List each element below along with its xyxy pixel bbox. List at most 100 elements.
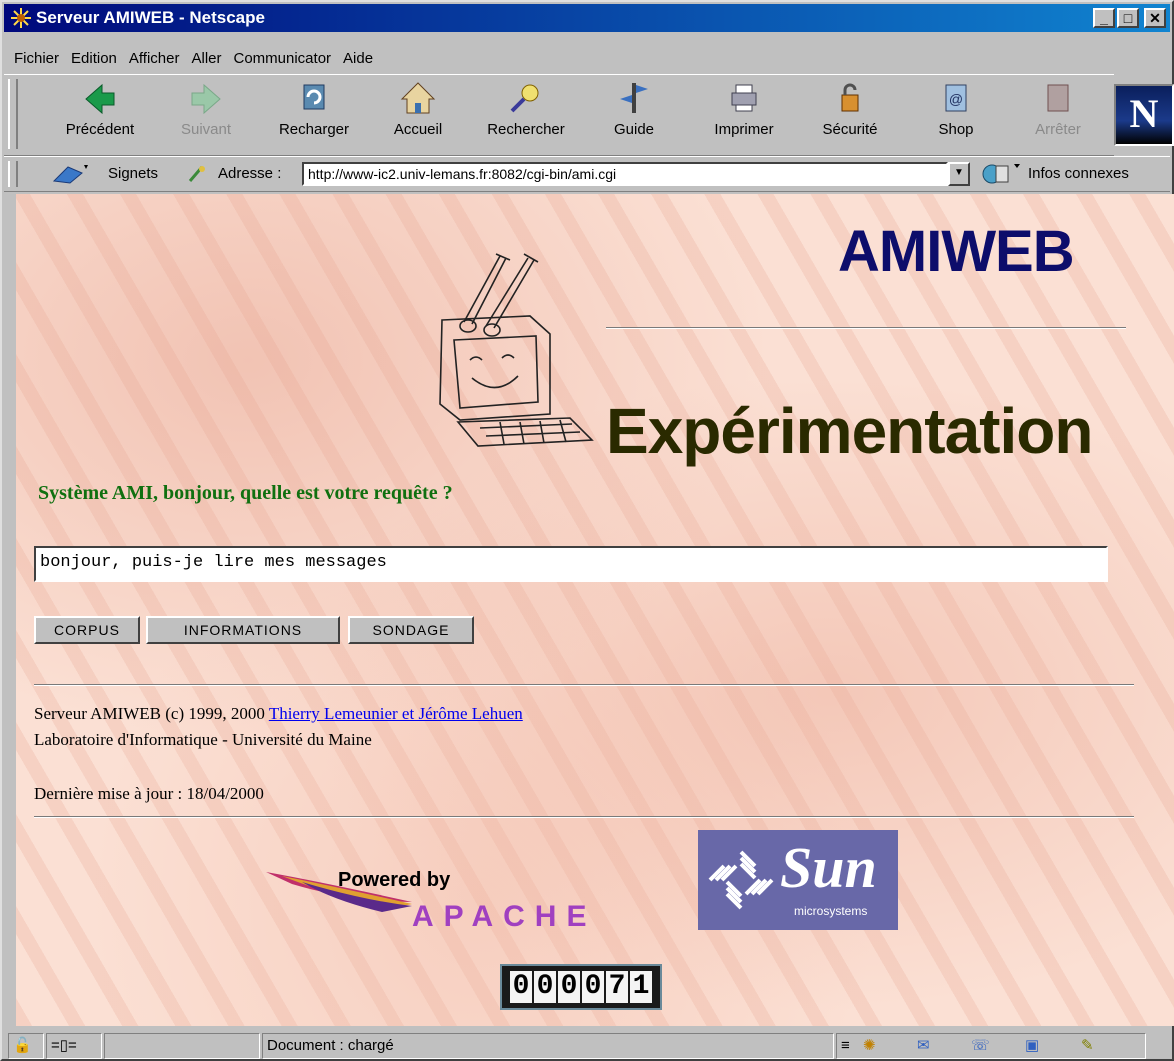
mail-icon[interactable]: ✉: [917, 1034, 930, 1058]
menu-afficher[interactable]: Afficher: [127, 50, 182, 67]
menu-edition[interactable]: Edition: [69, 50, 119, 67]
minimize-button[interactable]: _: [1093, 8, 1115, 28]
page-content: AMIWEB Expérimentation Système AMI, bonj…: [16, 194, 1174, 1026]
reload-icon: [303, 84, 325, 110]
location-icon[interactable]: [186, 163, 208, 185]
menu-bar: Fichier Edition Afficher Aller Communica…: [4, 46, 1170, 70]
back-arrow-icon: [85, 83, 115, 115]
apache-logo[interactable]: Powered by APACHE: [262, 852, 682, 938]
related-links-icon[interactable]: [980, 162, 1022, 186]
close-button[interactable]: ✕: [1144, 8, 1166, 28]
browser-window: Serveur AMIWEB - Netscape _ □ ✕ Fichier …: [0, 0, 1174, 1061]
last-update: Dernière mise à jour : 18/04/2000: [34, 784, 264, 803]
toolbar-search-button[interactable]: Rechercher: [474, 79, 578, 138]
credit-line: Serveur AMIWEB (c) 1999, 2000 Thierry Le…: [34, 704, 523, 724]
authors-link[interactable]: Thierry Lemeunier et Jérôme Lehuen: [269, 704, 523, 723]
guide-icon: [620, 83, 648, 113]
address-book-icon[interactable]: ▣: [1025, 1034, 1039, 1058]
toolbar-grip[interactable]: [8, 79, 18, 149]
informations-button[interactable]: INFORMATIONS: [146, 616, 340, 644]
window-title: Serveur AMIWEB - Netscape: [36, 8, 265, 27]
toolbar-stop-label: Arrêter: [1035, 121, 1081, 138]
toolbar-forward-label: Suivant: [180, 121, 232, 138]
status-progress-cell: [104, 1033, 260, 1059]
toolbar-back-button[interactable]: Précédent: [48, 79, 152, 138]
address-label: Adresse :: [218, 165, 282, 182]
toolbar-guide-button[interactable]: Guide: [582, 79, 686, 138]
page-subheading: Expérimentation: [606, 395, 1093, 467]
sun-logo-text: Sun: [780, 835, 877, 900]
toolbar-reload-label: Recharger: [278, 121, 350, 138]
sun-emblem-icon: [708, 850, 774, 910]
toolbar-print-button[interactable]: Imprimer: [692, 79, 796, 138]
menu-aide[interactable]: Aide: [341, 50, 375, 67]
toolbar-reload-button[interactable]: Recharger: [262, 79, 366, 138]
counter-digit: 0: [558, 971, 580, 1003]
printer-icon: [731, 84, 757, 112]
navigation-toolbar: Précédent Suivant Recharger Accueil Rech…: [4, 74, 1114, 156]
status-security-cell[interactable]: 🔓: [8, 1033, 44, 1059]
forward-arrow-icon: [191, 83, 221, 115]
newsgroups-icon[interactable]: ☏: [971, 1034, 990, 1058]
address-input[interactable]: http://www-ic2.univ-lemans.fr:8082/cgi-b…: [302, 162, 948, 186]
svg-text:@: @: [949, 91, 963, 107]
toolbar-print-label: Imprimer: [714, 121, 774, 138]
component-bar: ≡ ✺ ✉ ☏ ▣ ✎: [836, 1033, 1146, 1059]
lock-icon: [841, 83, 859, 112]
query-input[interactable]: bonjour, puis-je lire mes messages: [34, 546, 1108, 582]
content-frame-edge: [4, 192, 16, 1028]
toolbar-home-button[interactable]: Accueil: [366, 79, 470, 138]
sun-logo-subtext: microsystems: [794, 904, 868, 918]
location-toolbar: Signets Adresse : http://www-ic2.univ-le…: [4, 156, 1170, 192]
counter-digit: 7: [606, 971, 628, 1003]
page-heading: AMIWEB: [838, 219, 1075, 284]
component-bar-grip-icon[interactable]: ≡: [841, 1034, 850, 1058]
bookmarks-label[interactable]: Signets: [108, 165, 158, 182]
toolbar-shop-button[interactable]: @ Shop: [904, 79, 1008, 138]
composer-icon[interactable]: ✎: [1081, 1034, 1094, 1058]
status-text: Document : chargé: [262, 1033, 834, 1059]
toolbar-back-label: Précédent: [65, 121, 135, 138]
netscape-logo[interactable]: N: [1114, 84, 1174, 146]
sun-microsystems-logo[interactable]: Sun microsystems: [698, 830, 898, 930]
shop-icon: @: [945, 84, 967, 112]
toolbar-shop-label: Shop: [938, 121, 974, 138]
apache-powered-text: Powered by: [338, 869, 451, 891]
menu-aller[interactable]: Aller: [189, 50, 223, 67]
chevron-down-icon: ▼: [954, 167, 964, 178]
bookmarks-icon[interactable]: [50, 163, 90, 185]
menu-communicator[interactable]: Communicator: [232, 50, 334, 67]
toolbar-stop-button[interactable]: Arrêter: [1010, 79, 1106, 138]
footer-divider-top: [34, 684, 1134, 686]
padlock-icon: 🔓: [13, 1037, 32, 1054]
menu-fichier[interactable]: Fichier: [12, 50, 61, 67]
footer-divider-bottom: [34, 816, 1134, 818]
navigator-icon[interactable]: ✺: [863, 1034, 876, 1058]
home-icon: [400, 82, 436, 114]
connection-icon: =▯=: [51, 1037, 77, 1054]
maximize-button[interactable]: □: [1117, 8, 1139, 28]
search-icon: [510, 84, 539, 113]
related-links-label[interactable]: Infos connexes: [1028, 165, 1129, 182]
heading-divider: [606, 327, 1126, 329]
toolbar-home-label: Accueil: [393, 121, 443, 138]
computer-robot-illustration: [439, 253, 594, 447]
toolbar-security-label: Sécurité: [822, 121, 878, 138]
status-connection-cell: =▯=: [46, 1033, 102, 1059]
title-bar[interactable]: Serveur AMIWEB - Netscape _ □ ✕: [4, 4, 1170, 32]
location-grip[interactable]: [8, 161, 18, 187]
visit-counter: 0 0 0 0 7 1: [500, 964, 662, 1010]
apache-name-text: APACHE: [412, 900, 596, 933]
toolbar-guide-label: Guide: [613, 121, 655, 138]
toolbar-forward-button[interactable]: Suivant: [154, 79, 258, 138]
lab-line: Laboratoire d'Informatique - Université …: [34, 730, 372, 749]
sondage-button[interactable]: SONDAGE: [348, 616, 474, 644]
credit-text: Serveur AMIWEB (c) 1999, 2000: [34, 704, 265, 723]
counter-digit: 0: [534, 971, 556, 1003]
counter-digit: 1: [630, 971, 652, 1003]
query-prompt: Système AMI, bonjour, quelle est votre r…: [38, 482, 453, 504]
toolbar-security-button[interactable]: Sécurité: [798, 79, 902, 138]
stop-icon: [1047, 84, 1069, 112]
corpus-button[interactable]: CORPUS: [34, 616, 140, 644]
address-dropdown-button[interactable]: ▼: [948, 162, 970, 186]
